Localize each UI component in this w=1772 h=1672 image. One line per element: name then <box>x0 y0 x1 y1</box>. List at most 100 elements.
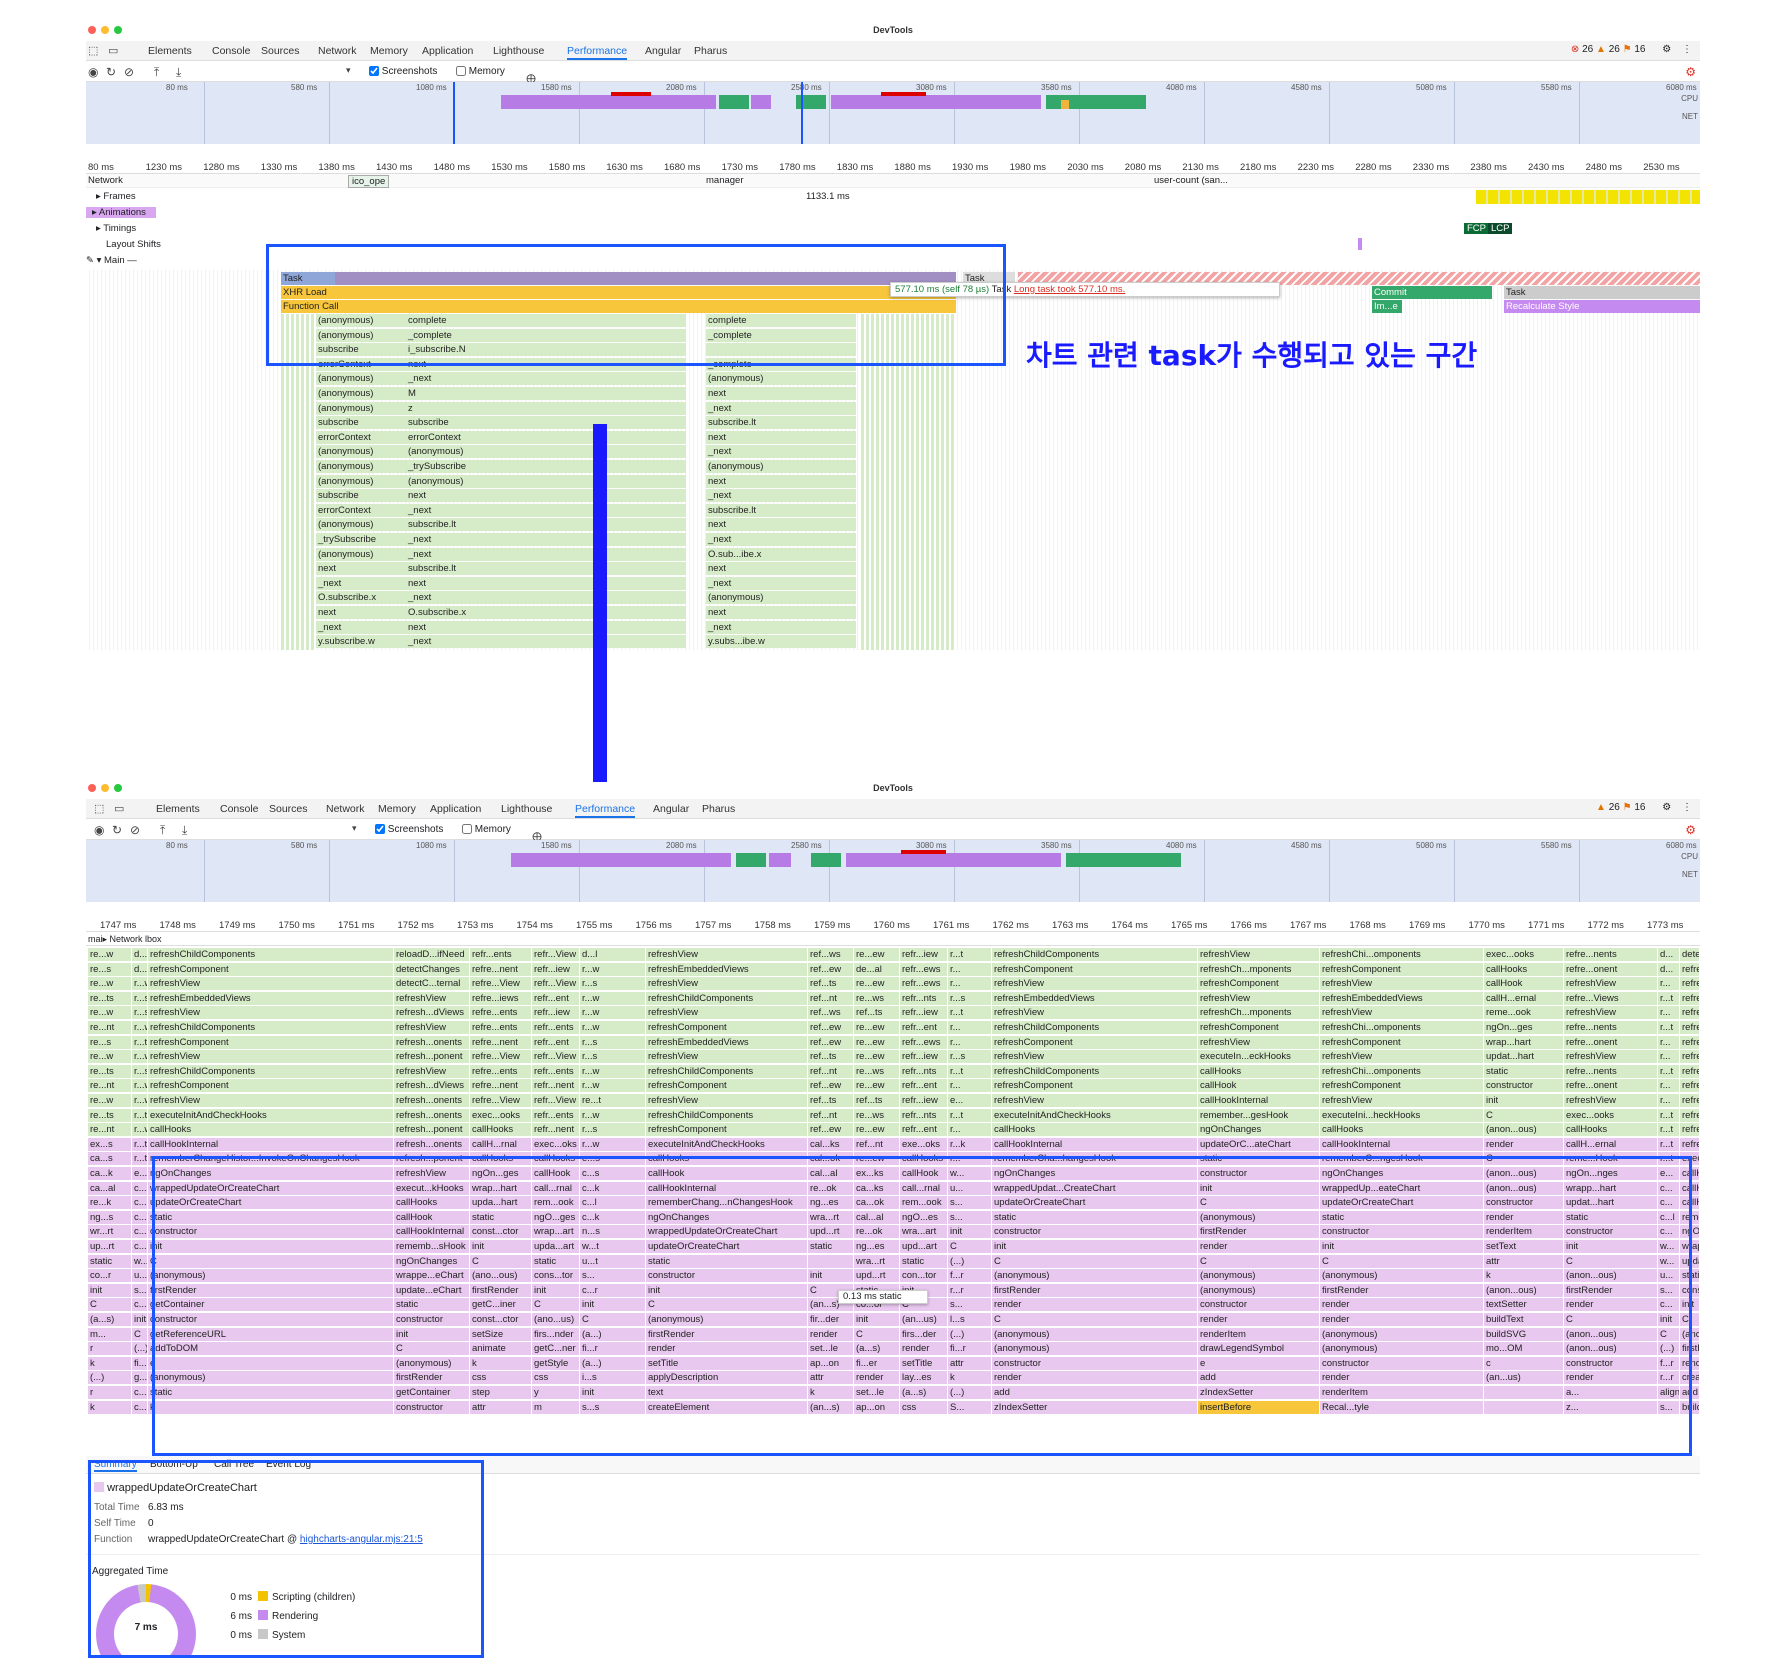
tab-console[interactable]: Console <box>220 802 259 816</box>
flame-call[interactable]: r...s <box>948 1050 991 1064</box>
tab-lighthouse[interactable]: Lighthouse <box>501 802 552 816</box>
flame-call[interactable]: next <box>706 518 856 532</box>
flame-call[interactable]: r... <box>948 1035 991 1049</box>
flame-call[interactable]: ref...ts <box>808 1094 853 1107</box>
flame-call[interactable]: r...w <box>580 1021 645 1034</box>
flame-call[interactable]: refreshC...ponents <box>1680 1123 1699 1137</box>
flame-call[interactable]: refr...iew <box>900 1050 947 1064</box>
tab-sources[interactable]: Sources <box>261 44 300 58</box>
flame-call[interactable]: subscribe.lt <box>706 416 856 430</box>
flame-call[interactable]: ref...ew <box>808 1021 853 1034</box>
flame-call[interactable]: re...w <box>88 1006 131 1020</box>
flame-call[interactable]: ref...nt <box>854 1137 899 1151</box>
flame-call[interactable]: render <box>1484 1137 1563 1151</box>
flame-call[interactable]: errorContext <box>406 430 686 444</box>
flame-call[interactable]: (anonymous) <box>706 460 856 473</box>
flame-call[interactable]: refreshComponent <box>1320 1035 1483 1049</box>
flame-call[interactable]: refreshView <box>148 1050 393 1064</box>
flame-call[interactable]: r... <box>1658 1006 1679 1020</box>
flame-call[interactable]: refre...View <box>470 1050 531 1064</box>
flame-call[interactable]: refreshChildComponents <box>992 1064 1197 1078</box>
flame-call[interactable]: remember...gesHook <box>1198 1108 1319 1122</box>
flame-call[interactable]: refreshEmbeddedViews <box>646 962 807 976</box>
status-counters[interactable]: ⊗ 26 ▲ 26 ⚑ 16 ⚙ ⋮ <box>1571 44 1692 55</box>
flame-call[interactable]: ref...ts <box>808 1050 853 1064</box>
tab-angular[interactable]: Angular <box>645 44 681 58</box>
flame-call[interactable]: refr...ews <box>900 962 947 976</box>
flame-call[interactable]: C <box>1484 1108 1563 1122</box>
flame-call[interactable]: r...s <box>580 1123 645 1137</box>
flame-call[interactable]: cal...ks <box>808 1137 853 1151</box>
flame-call[interactable]: (...) <box>88 1371 131 1385</box>
inspect-element-icon[interactable]: ⬚ <box>94 802 104 815</box>
tab-pharus[interactable]: Pharus <box>702 802 735 816</box>
flame-call[interactable]: refr...ews <box>900 1035 947 1049</box>
flame-call[interactable]: r...w <box>132 1094 147 1107</box>
flame-call[interactable]: ref...ew <box>808 1123 853 1137</box>
flame-call[interactable]: co...r <box>88 1269 131 1283</box>
flame-call[interactable]: executeInitAndCheckHooks <box>992 1108 1197 1122</box>
flame-call[interactable]: executeIn...eckHooks <box>1198 1050 1319 1064</box>
flame-call[interactable]: (anon...ous) <box>1484 1123 1563 1137</box>
flame-call[interactable]: subscribe <box>406 416 686 430</box>
flame-call[interactable]: c... <box>132 1400 147 1414</box>
flame-call[interactable]: refr...ent <box>532 1035 579 1049</box>
flame-call[interactable]: next <box>706 430 856 444</box>
task-bar[interactable]: Task <box>1504 286 1700 299</box>
flame-call[interactable]: r <box>88 1342 131 1356</box>
recalculate-style-bar[interactable]: Recalculate Style <box>1504 300 1700 313</box>
flame-call[interactable]: exec...ooks <box>1564 1108 1657 1122</box>
flame-call[interactable]: static <box>1484 1064 1563 1078</box>
flame-call[interactable]: refresh...ponent <box>394 1050 469 1064</box>
flame-call[interactable]: refreshChildComponents <box>148 948 393 961</box>
record-icon[interactable]: ◉ <box>94 823 104 837</box>
flame-call[interactable]: callHookInternal <box>148 1137 393 1151</box>
flame-call[interactable]: refr...ent <box>900 1021 947 1034</box>
flame-call[interactable]: refreshComponent <box>148 962 393 976</box>
flame-call[interactable]: r...w <box>132 977 147 991</box>
tab-elements[interactable]: Elements <box>156 802 200 816</box>
timeline-overview[interactable]: 80 ms 580 ms 1080 ms 1580 ms 2080 ms 2580 ms 3… <box>86 82 1700 144</box>
flame-call[interactable]: refr...ents <box>532 1108 579 1122</box>
flame-call[interactable]: re...ew <box>854 1035 899 1049</box>
flame-call[interactable]: refreshComponent <box>992 1079 1197 1093</box>
flame-call[interactable]: M <box>406 387 686 400</box>
flame-call[interactable]: r...t <box>132 1137 147 1151</box>
flame-call[interactable]: refre...nents <box>1564 1064 1657 1078</box>
capture-settings-icon[interactable]: ⚙ <box>1685 65 1696 79</box>
memory-checkbox[interactable]: Memory <box>462 824 511 835</box>
flame-call[interactable]: r... <box>948 977 991 991</box>
tab-application[interactable]: Application <box>422 44 473 58</box>
flame-call[interactable]: O.sub...ibe.x <box>706 547 856 561</box>
flame-call[interactable]: refreshView <box>148 977 393 991</box>
flame-call[interactable]: wrap...hart <box>1484 1035 1563 1049</box>
flame-call[interactable]: refreshView <box>1564 977 1657 991</box>
flame-call[interactable]: r...s <box>132 991 147 1005</box>
flame-call[interactable]: refre...ents <box>470 1021 531 1034</box>
flame-call[interactable]: refr...ent <box>900 1123 947 1137</box>
flame-call[interactable]: re...k <box>88 1196 131 1210</box>
flame-call[interactable]: refreshView <box>148 1006 393 1020</box>
flame-call[interactable]: re...ws <box>854 1108 899 1122</box>
flame-call[interactable]: callHooks <box>148 1123 393 1137</box>
flame-call[interactable]: re...w <box>88 1094 131 1107</box>
flame-call[interactable]: r... <box>1658 1094 1679 1107</box>
flame-call[interactable]: r...w <box>132 1079 147 1093</box>
flame-call[interactable]: wr...rt <box>88 1225 131 1239</box>
flame-call[interactable]: r...s <box>132 1064 147 1078</box>
flame-call[interactable]: refresh...onents <box>394 1094 469 1107</box>
flame-call[interactable]: callHookInternal <box>1198 1094 1319 1107</box>
network-request[interactable]: user-count (san... <box>1154 175 1228 186</box>
flame-call[interactable]: ref...ts <box>854 1094 899 1107</box>
flame-call[interactable]: refre...ents <box>470 1064 531 1078</box>
network-request[interactable]: manager <box>706 175 744 186</box>
flame-call[interactable]: r... <box>1658 977 1679 991</box>
flame-call[interactable]: refreshComponent <box>646 1021 807 1034</box>
flame-call[interactable]: ref...nt <box>808 991 853 1005</box>
flame-call[interactable]: s... <box>132 1283 147 1297</box>
flame-call[interactable]: refr...iew <box>900 948 947 961</box>
ime-bar[interactable]: Im...e <box>1372 300 1402 313</box>
flame-call[interactable]: r... <box>948 1021 991 1034</box>
flame-call[interactable]: refr...ents <box>470 948 531 961</box>
flame-call[interactable]: refreshView <box>1198 1035 1319 1049</box>
